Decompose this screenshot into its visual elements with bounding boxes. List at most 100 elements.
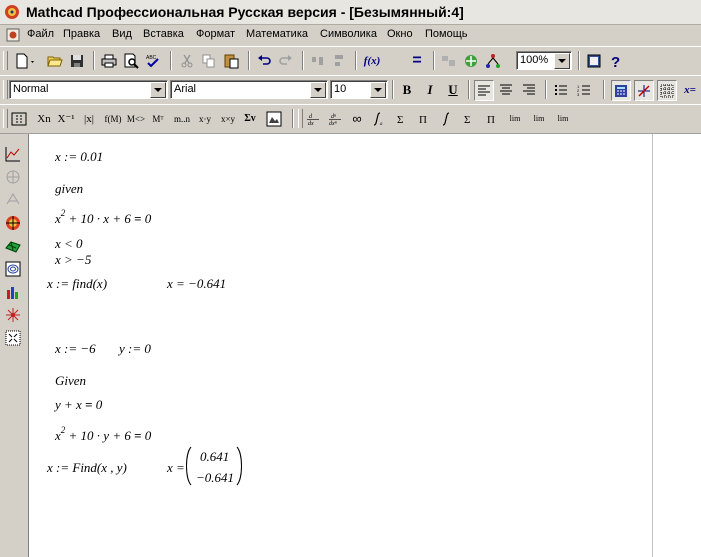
- assign-x-minus6[interactable]: x := −6: [55, 341, 96, 357]
- resources-button[interactable]: [462, 51, 480, 70]
- assign-y-zero[interactable]: y := 0: [119, 341, 151, 357]
- undo-button[interactable]: [255, 51, 273, 70]
- paste-button[interactable]: [222, 51, 240, 70]
- given-keyword-2[interactable]: Given: [55, 373, 86, 389]
- constraint-x-less-zero[interactable]: x < 0: [55, 236, 83, 252]
- 3d-surface-button[interactable]: [4, 237, 22, 255]
- style-select[interactable]: Normal: [9, 80, 168, 99]
- result-vector-label[interactable]: x =: [167, 460, 185, 476]
- graph-palette-button[interactable]: [4, 145, 22, 163]
- product-button[interactable]: Π: [415, 109, 433, 128]
- toolbar-grip[interactable]: [3, 109, 8, 128]
- result-vector[interactable]: 0.641 −0.641: [184, 446, 244, 486]
- equation-sum[interactable]: y + x = 0: [55, 397, 102, 413]
- insert-matrix-button[interactable]: [10, 109, 28, 128]
- scatter-plot-button[interactable]: [4, 306, 22, 324]
- open-button[interactable]: [46, 51, 64, 70]
- picture-button[interactable]: [265, 109, 283, 128]
- polar-plot-button[interactable]: [4, 168, 22, 186]
- range-product-button[interactable]: Π: [483, 109, 501, 128]
- find-assignment[interactable]: x := find(x): [47, 276, 107, 292]
- menu-window[interactable]: Окно: [387, 28, 413, 40]
- font-size-dropdown-icon[interactable]: [370, 82, 386, 98]
- equation-quadratic-x[interactable]: x2 + 10 · x + 6 = 0: [55, 209, 151, 227]
- inverse-button[interactable]: X⁻¹: [57, 109, 75, 128]
- underline-button[interactable]: U: [444, 80, 462, 99]
- surface-plot-button[interactable]: [4, 191, 22, 209]
- cut-button[interactable]: [178, 51, 196, 70]
- graph-toolbar-button[interactable]: [634, 80, 654, 101]
- assign-x-initial[interactable]: x := 0.01: [55, 149, 103, 165]
- component-wizard-button[interactable]: [484, 51, 502, 70]
- limit-button[interactable]: lim: [506, 109, 524, 128]
- align-down-button[interactable]: [330, 51, 348, 70]
- menu-edit[interactable]: Правка: [63, 28, 100, 40]
- menu-symbolics[interactable]: Символика: [320, 28, 377, 40]
- range-variable-button[interactable]: m..n: [171, 109, 193, 128]
- insert-function-button[interactable]: f(x): [362, 51, 382, 70]
- range-sum-button[interactable]: Σ: [460, 109, 478, 128]
- matrix-superscript-button[interactable]: M<>: [127, 109, 145, 128]
- cross-product-button[interactable]: x×y: [218, 109, 238, 128]
- find-system-assignment[interactable]: x := Find(x , y): [47, 460, 127, 476]
- zoom-dropdown-icon[interactable]: [554, 53, 570, 69]
- numbering-button[interactable]: 123: [575, 80, 593, 99]
- menu-help[interactable]: Помощь: [425, 28, 468, 40]
- calculate-button[interactable]: =: [408, 51, 426, 70]
- font-size-select[interactable]: 10: [330, 80, 388, 99]
- toolbar-grip[interactable]: [298, 109, 303, 128]
- spell-check-button[interactable]: ABC: [144, 51, 162, 70]
- definite-integral-button[interactable]: a: [370, 109, 388, 128]
- font-select[interactable]: Arial: [170, 80, 328, 99]
- determinant-button[interactable]: |x|: [80, 109, 98, 128]
- resource-center-button[interactable]: [585, 51, 603, 70]
- vector-field-button[interactable]: [4, 329, 22, 347]
- summation-button[interactable]: Σ: [393, 109, 411, 128]
- constraint-x-greater-minus5[interactable]: x > −5: [55, 252, 91, 268]
- menu-insert[interactable]: Вставка: [143, 28, 184, 40]
- evaluation-toolbar-button[interactable]: x=: [680, 80, 700, 99]
- new-document-button[interactable]: [12, 51, 38, 70]
- document-icon[interactable]: [6, 28, 20, 42]
- indefinite-integral-button[interactable]: [438, 109, 456, 128]
- save-button[interactable]: [68, 51, 86, 70]
- mathcad-app-icon[interactable]: [4, 4, 20, 20]
- right-limit-button[interactable]: lim: [530, 109, 548, 128]
- toolbar-grip[interactable]: [3, 51, 8, 70]
- nth-derivative-button[interactable]: dⁿ dxⁿ: [326, 109, 344, 128]
- given-keyword[interactable]: given: [55, 181, 83, 197]
- font-dropdown-icon[interactable]: [310, 82, 326, 98]
- infinity-button[interactable]: ∞: [348, 109, 366, 128]
- redo-button[interactable]: [277, 51, 295, 70]
- menu-format[interactable]: Формат: [196, 28, 235, 40]
- vector-sum-button[interactable]: Σv: [241, 109, 259, 128]
- find-result[interactable]: x = −0.641: [167, 276, 226, 292]
- toolbar-grip[interactable]: [3, 80, 8, 99]
- copy-button[interactable]: [200, 51, 218, 70]
- italic-button[interactable]: I: [421, 80, 439, 99]
- contour-plot-button[interactable]: [4, 214, 22, 232]
- menu-file[interactable]: Файл: [27, 28, 54, 40]
- style-dropdown-icon[interactable]: [150, 82, 166, 98]
- left-limit-button[interactable]: lim: [554, 109, 572, 128]
- align-left-button[interactable]: [474, 80, 494, 101]
- subscript-button[interactable]: Xn: [35, 109, 53, 128]
- print-button[interactable]: [100, 51, 118, 70]
- contour-button[interactable]: [4, 260, 22, 278]
- dot-product-button[interactable]: x·y: [195, 109, 215, 128]
- menu-math[interactable]: Математика: [246, 28, 308, 40]
- transpose-button[interactable]: Mᵀ: [149, 109, 167, 128]
- vectorize-button[interactable]: f(M): [102, 109, 124, 128]
- print-preview-button[interactable]: [122, 51, 140, 70]
- bold-button[interactable]: B: [398, 80, 416, 99]
- matrix-toolbar-button[interactable]: [657, 80, 677, 101]
- help-button[interactable]: ?: [607, 51, 625, 70]
- bullets-button[interactable]: [552, 80, 570, 99]
- calculator-toolbar-button[interactable]: [611, 80, 631, 101]
- insert-component-button[interactable]: [440, 51, 458, 70]
- zoom-select[interactable]: 100%: [516, 51, 572, 70]
- align-right-button[interactable]: [520, 80, 538, 99]
- align-across-button[interactable]: [309, 51, 327, 70]
- derivative-button[interactable]: d dx: [304, 109, 322, 128]
- 3d-bar-chart-button[interactable]: [4, 283, 22, 301]
